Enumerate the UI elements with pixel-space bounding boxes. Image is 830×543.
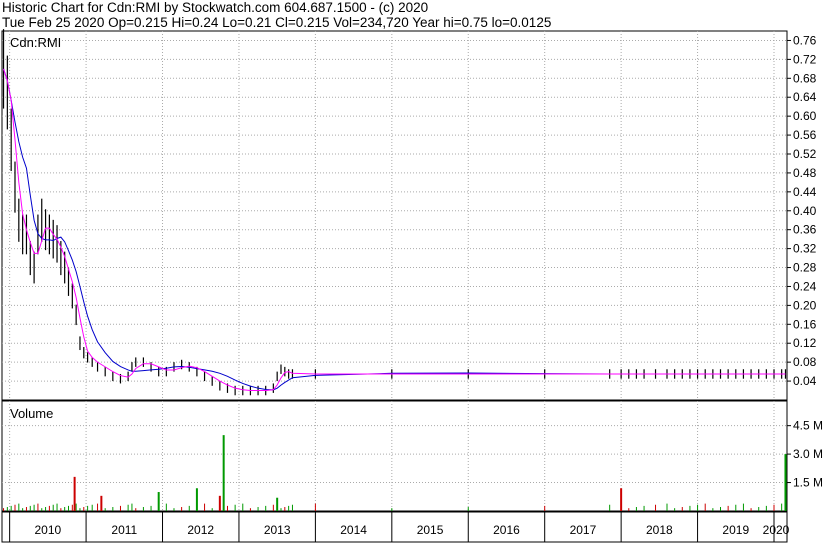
x-axis-panel: 2010 2011 2012 2013 2014 2015 2016 2017 2018 2019… [1, 511, 790, 543]
volume-tick-label: 4.5 M [793, 419, 823, 433]
x-tick-label: 2020 [763, 523, 790, 537]
volume-tick-label: 1.5 M [793, 476, 823, 490]
price-tick-label: 0.24 [793, 279, 817, 293]
price-panel: 0.76 0.72 0.68 0.64 0.60 0.56 0.52 0.48 0.44 0.40… [1, 29, 817, 401]
volume-y-axis: 4.5 M 3.0 M 1.5 M [787, 419, 823, 490]
price-tick-label: 0.52 [793, 147, 817, 161]
price-tick-label: 0.20 [793, 298, 817, 312]
price-tick-label: 0.76 [793, 33, 817, 47]
volume-tick-label: 3.0 M [793, 447, 823, 461]
price-tick-label: 0.64 [793, 90, 817, 104]
price-tick-label: 0.32 [793, 242, 817, 256]
volume-panel: 4.5 M 3.0 M 1.5 M Volume [1, 400, 823, 512]
x-tick-label: 2018 [646, 523, 673, 537]
price-tick-label: 0.48 [793, 166, 817, 180]
symbol-label: Cdn:RMI [10, 35, 61, 50]
price-y-axis: 0.76 0.72 0.68 0.64 0.60 0.56 0.52 0.48 0.44 0.40… [787, 33, 817, 388]
x-tick-label: 2012 [187, 523, 214, 537]
x-tick-label: 2016 [493, 523, 520, 537]
price-tick-label: 0.16 [793, 317, 817, 331]
price-tick-label: 0.40 [793, 204, 817, 218]
volume-label: Volume [10, 406, 53, 421]
price-tick-label: 0.36 [793, 223, 817, 237]
stock-chart: 0.76 0.72 0.68 0.64 0.60 0.56 0.52 0.48 0.44 0.40… [1, 29, 823, 543]
x-tick-label: 2014 [340, 523, 367, 537]
price-tick-label: 0.44 [793, 185, 817, 199]
price-tick-label: 0.08 [793, 355, 817, 369]
price-tick-label: 0.28 [793, 261, 817, 275]
price-tick-label: 0.56 [793, 128, 817, 142]
x-tick-label: 2010 [35, 523, 62, 537]
price-tick-label: 0.68 [793, 71, 817, 85]
price-tick-label: 0.60 [793, 109, 817, 123]
x-tick-label: 2013 [264, 523, 291, 537]
x-tick-label: 2015 [417, 523, 444, 537]
price-tick-label: 0.12 [793, 336, 817, 350]
price-tick-label: 0.72 [793, 52, 817, 66]
x-tick-label: 2019 [722, 523, 749, 537]
x-tick-label: 2017 [570, 523, 597, 537]
x-tick-label: 2011 [111, 523, 137, 537]
price-tick-label: 0.04 [793, 374, 817, 388]
